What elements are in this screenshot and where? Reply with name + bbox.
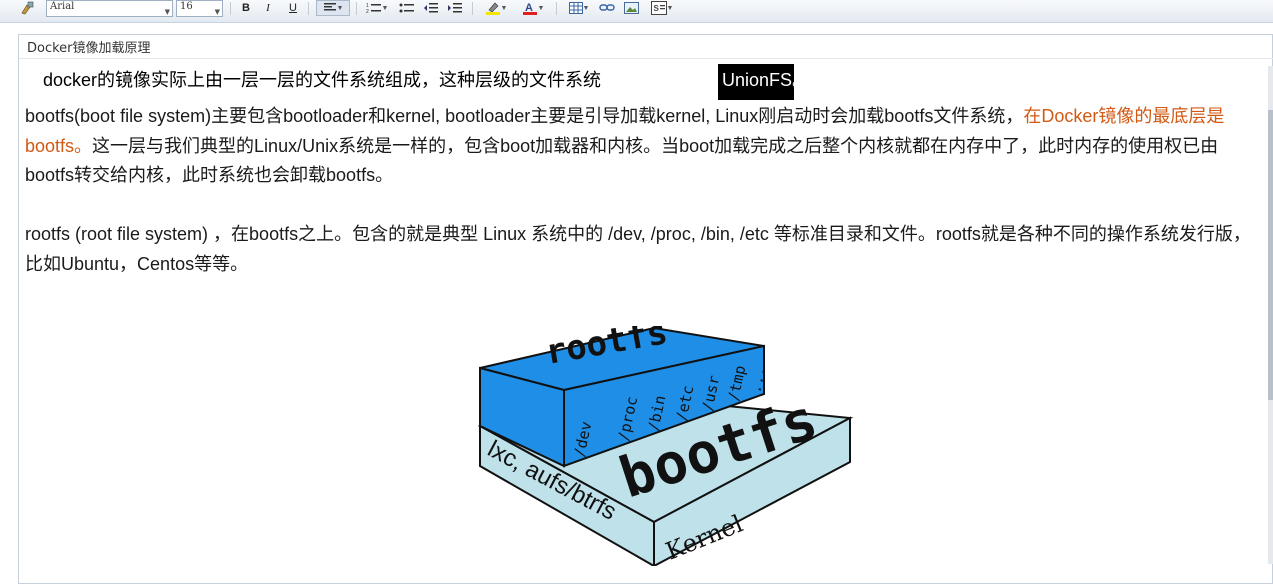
document-title[interactable]: Docker镜像加载原理 (27, 37, 151, 56)
align-left-icon (323, 3, 336, 11)
svg-text:S: S (653, 4, 659, 13)
link-icon (599, 4, 615, 11)
scrollbar-thumb[interactable] (1268, 110, 1273, 400)
insert-image-button[interactable] (622, 0, 640, 16)
font-color-icon: A (522, 2, 537, 15)
font-size-select[interactable]: 16 ▼ (176, 0, 223, 17)
indent-button[interactable] (446, 0, 464, 16)
code-snippet-icon: S (650, 1, 667, 15)
numbered-list-button[interactable]: 12 ▼ (362, 0, 392, 16)
bullet-list-icon (399, 3, 414, 13)
paragraph-bootfs: bootfs(boot file system)主要包含bootloader和k… (25, 102, 1257, 191)
indent-icon (448, 3, 462, 13)
outdent-icon (424, 3, 438, 13)
chevron-down-icon: ▼ (164, 8, 170, 16)
bullet-list-button[interactable] (398, 0, 416, 16)
italic-button[interactable]: I (260, 0, 276, 16)
editor-toolbar: Arial ▼ 16 ▼ B I U ▼ 12 ▼ ▼ A ▼ ▼ S ▼ (0, 0, 1273, 23)
bootfs-text-b: 这一层与我们典型的Linux/Unix系统是一样的，包含boot加载器和内核。当… (25, 135, 1219, 186)
chevron-down-icon: ▼ (214, 8, 220, 16)
insert-link-button[interactable] (598, 0, 616, 16)
font-color-button[interactable]: A ▼ (516, 0, 550, 16)
insert-code-button[interactable]: S ▼ (646, 0, 678, 16)
highlight-color-button[interactable]: ▼ (480, 0, 512, 16)
align-left-button[interactable]: ▼ (316, 0, 350, 16)
font-size-value: 16 (180, 1, 193, 12)
table-button[interactable]: ▼ (564, 0, 594, 16)
toolbar-divider (356, 2, 357, 15)
image-icon (623, 2, 639, 14)
bootfs-text-a: bootfs(boot file system)主要包含bootloader和k… (25, 106, 1024, 126)
underline-button[interactable]: U (285, 0, 301, 16)
numbered-list-icon: 12 (366, 3, 381, 14)
bold-button[interactable]: B (238, 0, 254, 16)
docker-layers-diagram: rootfs /dev /proc /bin /etc /usr /tmp ..… (478, 326, 854, 566)
toolbar-divider (556, 2, 557, 15)
format-painter-icon[interactable] (18, 0, 36, 16)
title-divider (19, 58, 1273, 59)
toolbar-divider (472, 2, 473, 15)
toolbar-divider (308, 2, 309, 15)
selected-text: UnionFS。 (722, 70, 811, 90)
svg-text:2: 2 (366, 9, 369, 14)
table-icon (568, 2, 583, 14)
intro-line: docker的镜像实际上由一层一层的文件系统组成，这种层级的文件系统 (43, 70, 602, 90)
highlighter-icon (485, 2, 500, 15)
font-family-value: Arial (50, 1, 75, 12)
outdent-button[interactable] (422, 0, 440, 16)
toolbar-divider (230, 2, 231, 15)
paragraph-rootfs: rootfs (root file system) ，在bootfs之上。包含的… (25, 224, 1251, 274)
font-family-select[interactable]: Arial ▼ (46, 0, 173, 17)
